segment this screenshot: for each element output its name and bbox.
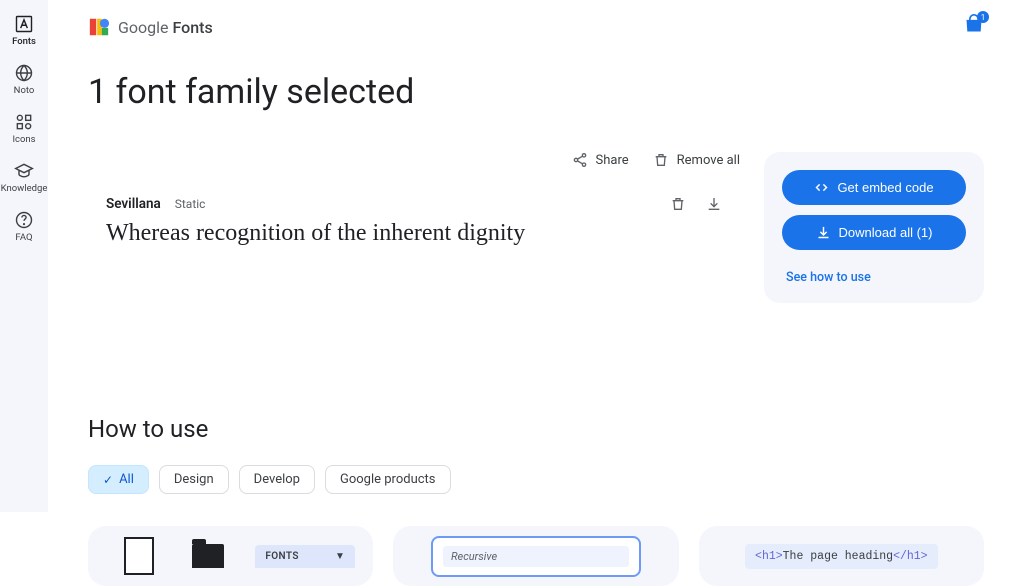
share-icon <box>572 152 588 168</box>
how-to-title: How to use <box>88 415 984 443</box>
cards-row: FONTS▼ Recursive <h1>The page heading</h… <box>88 526 984 586</box>
chip-all[interactable]: All <box>88 465 149 494</box>
chip-google-products[interactable]: Google products <box>325 465 451 494</box>
sidebar-label: Noto <box>14 85 35 96</box>
chip-develop[interactable]: Develop <box>239 465 315 494</box>
trash-icon <box>653 152 669 168</box>
download-icon <box>706 196 722 212</box>
chip-row: All Design Develop Google products <box>88 465 984 494</box>
sidebar-item-knowledge[interactable]: Knowledge <box>0 159 48 196</box>
google-fonts-logo-icon <box>88 16 110 38</box>
graduation-icon <box>14 161 34 181</box>
sidebar-label: Icons <box>12 134 35 145</box>
shopping-bag[interactable]: 1 <box>964 14 984 38</box>
card-design[interactable]: FONTS▼ <box>88 526 373 586</box>
fonts-dropdown: FONTS▼ <box>255 545 355 568</box>
font-row: Sevillana Static <box>88 196 740 212</box>
download-all-button[interactable]: Download all (1) <box>782 215 966 250</box>
sidebar-item-icons[interactable]: Icons <box>0 110 48 147</box>
code-icon <box>814 180 829 195</box>
how-to-use-link[interactable]: See how to use <box>782 270 966 285</box>
preview-text[interactable]: Whereas recognition of the inherent dign… <box>88 212 740 247</box>
document-icon <box>124 537 154 575</box>
code-snippet: <h1>The page heading</h1> <box>745 544 938 569</box>
download-font-button[interactable] <box>706 196 722 212</box>
embed-code-button[interactable]: Get embed code <box>782 170 966 205</box>
right-panel: Get embed code Download all (1) See how … <box>764 152 984 303</box>
page-title: 1 font family selected <box>88 72 984 112</box>
sidebar: Fonts Noto Icons Knowledge FAQ <box>0 0 48 512</box>
remove-all-button[interactable]: Remove all <box>653 152 740 168</box>
header: Google Fonts 1 <box>88 0 984 46</box>
sidebar-item-fonts[interactable]: Fonts <box>0 12 48 49</box>
folder-icon <box>192 544 224 568</box>
font-name[interactable]: Sevillana <box>106 196 161 212</box>
shapes-icon <box>14 112 34 132</box>
font-a-icon <box>14 14 34 34</box>
download-icon <box>816 225 831 240</box>
globe-icon <box>14 63 34 83</box>
card-code[interactable]: <h1>The page heading</h1> <box>699 526 984 586</box>
logo[interactable]: Google Fonts <box>88 16 213 38</box>
main-content: Google Fonts 1 1 font family selected Sh… <box>48 0 1024 586</box>
sidebar-label: Knowledge <box>1 183 48 194</box>
chip-design[interactable]: Design <box>159 465 229 494</box>
sidebar-label: Fonts <box>12 36 36 47</box>
logo-text: Google Fonts <box>118 18 213 37</box>
font-type: Static <box>175 197 206 211</box>
bag-count: 1 <box>977 11 989 23</box>
sidebar-label: FAQ <box>15 232 32 243</box>
sidebar-item-noto[interactable]: Noto <box>0 61 48 98</box>
selection-area: Share Remove all Sevillana Static Wherea… <box>88 152 740 303</box>
delete-font-button[interactable] <box>670 196 686 212</box>
trash-icon <box>670 196 686 212</box>
sidebar-item-faq[interactable]: FAQ <box>0 208 48 245</box>
help-icon <box>14 210 34 230</box>
share-button[interactable]: Share <box>572 152 629 168</box>
search-mock: Recursive <box>431 536 641 577</box>
card-develop[interactable]: Recursive <box>393 526 678 586</box>
